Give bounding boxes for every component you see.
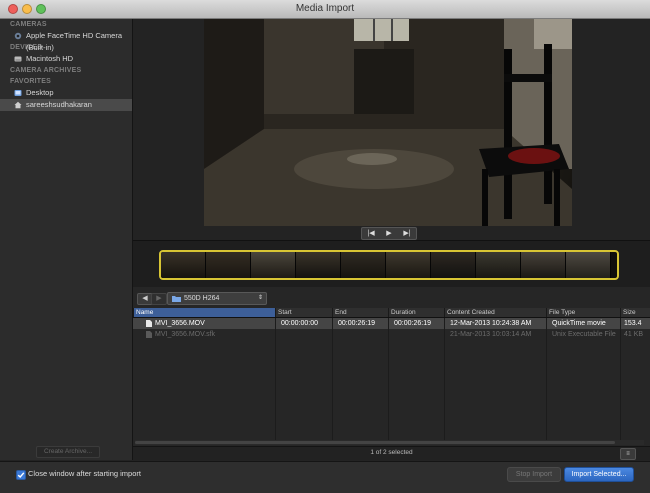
column-divider — [444, 318, 445, 440]
file-browser: ◀ ▶ 550D H264 ⇕ Name Start End Duration … — [133, 287, 650, 460]
filmstrip-frame — [161, 252, 206, 278]
cell-name: MVI_3656.MOV.sfk — [155, 331, 216, 338]
media-import-window: Media Import CAMERAS Apple FaceTime HD C… — [0, 0, 650, 493]
filmstrip-frame — [251, 252, 296, 278]
home-icon — [14, 101, 22, 109]
view-options-button[interactable]: ≡ — [620, 448, 636, 460]
file-icon — [146, 331, 152, 338]
chevron-right-icon: ▶ — [156, 295, 162, 302]
filmstrip-frame — [521, 252, 566, 278]
import-selected-button[interactable]: Import Selected... — [564, 467, 634, 482]
sidebar-item-home[interactable]: sareeshsudhakaran — [0, 99, 132, 111]
cell-file-type: QuickTime movie — [552, 320, 606, 327]
horizontal-scrollbar[interactable] — [135, 440, 644, 445]
filmstrip-frame — [386, 252, 431, 278]
folder-icon — [172, 296, 181, 302]
column-divider — [388, 318, 389, 440]
sidebar-heading-cameras: CAMERAS — [10, 21, 47, 28]
cell-content-created: 21-Mar-2013 10:03:14 AM — [450, 331, 532, 338]
scrollbar-thumb[interactable] — [135, 441, 615, 444]
column-divider — [620, 318, 621, 440]
filmstrip-frame — [431, 252, 476, 278]
hard-drive-icon — [14, 56, 22, 62]
bottom-bar: Close window after starting import Stop … — [0, 461, 650, 493]
cell-content-created: 12-Mar-2013 10:24:38 AM — [450, 320, 532, 327]
column-divider — [275, 318, 276, 440]
title-bar: Media Import — [0, 0, 650, 19]
column-divider — [546, 318, 547, 440]
play-button[interactable]: ▶ — [380, 228, 398, 239]
filmstrip-frame — [296, 252, 341, 278]
cell-size: 153.4 — [624, 320, 642, 327]
checkmark-icon — [17, 472, 25, 479]
sidebar: CAMERAS Apple FaceTime HD Camera (Built-… — [0, 19, 133, 460]
filmstrip-frame — [476, 252, 521, 278]
camera-icon — [14, 32, 22, 40]
stop-import-button[interactable]: Stop Import — [507, 467, 561, 482]
preview-viewer: |◀ ▶ ▶| — [133, 19, 650, 240]
cell-file-type: Unix Executable File — [552, 331, 616, 338]
sidebar-heading-camera-archives: CAMERA ARCHIVES — [10, 67, 82, 74]
sidebar-item-label: sareeshsudhakaran — [26, 100, 92, 109]
video-frame-image — [204, 19, 572, 226]
window-title: Media Import — [295, 3, 355, 14]
forward-button[interactable]: ▶ — [151, 293, 167, 305]
next-frame-button[interactable]: ▶| — [398, 228, 416, 239]
movie-file-icon — [146, 320, 152, 327]
sidebar-item-label: Desktop — [26, 88, 54, 97]
cell-size: 41 KB — [624, 331, 644, 338]
filmstrip-frame — [206, 252, 251, 278]
table-row[interactable]: MVI_3656.MOV 00:00:00:00 00:00:26:19 00:… — [133, 318, 650, 329]
table-header: Name Start End Duration Content Created … — [133, 308, 650, 318]
column-header-size[interactable]: Size — [620, 308, 650, 317]
cell-end: 00:00:26:19 — [338, 320, 375, 327]
folder-name: 550D H264 — [184, 295, 220, 302]
transport-controls: |◀ ▶ ▶| — [361, 227, 417, 240]
cell-duration: 00:00:26:19 — [394, 320, 431, 327]
chevron-left-icon: ◀ — [142, 295, 148, 302]
desktop-folder-icon — [14, 90, 22, 96]
filmstrip-area — [133, 240, 650, 287]
chevron-updown-icon: ⇕ — [257, 295, 263, 301]
video-preview — [204, 19, 572, 226]
cell-name: MVI_3656.MOV — [155, 320, 205, 327]
filmstrip-frame — [341, 252, 386, 278]
table-row[interactable]: MVI_3656.MOV.sfk 21-Mar-2013 10:03:14 AM… — [133, 329, 650, 340]
sidebar-item-facetime-camera[interactable]: Apple FaceTime HD Camera (Built-in) — [0, 30, 132, 52]
column-header-name[interactable]: Name — [133, 308, 275, 317]
status-bar: 1 of 2 selected ≡ — [133, 446, 650, 460]
selection-count: 1 of 2 selected — [370, 449, 413, 456]
column-header-end[interactable]: End — [332, 308, 388, 317]
filmstrip-frame — [566, 252, 611, 278]
create-archive-button[interactable]: Create Archive... — [36, 446, 100, 458]
close-window-label: Close window after starting import — [28, 469, 141, 478]
column-header-start[interactable]: Start — [275, 308, 332, 317]
sidebar-heading-devices: DEVICES — [10, 44, 43, 51]
folder-path-popup[interactable]: 550D H264 ⇕ — [167, 292, 267, 305]
clip-filmstrip[interactable] — [159, 250, 619, 280]
column-header-duration[interactable]: Duration — [388, 308, 444, 317]
column-divider — [332, 318, 333, 440]
list-view-icon: ≡ — [626, 451, 630, 457]
sidebar-heading-favorites: FAVORITES — [10, 78, 51, 85]
column-header-content-created[interactable]: Content Created — [444, 308, 546, 317]
previous-frame-button[interactable]: |◀ — [362, 228, 380, 239]
sidebar-item-macintosh-hd[interactable]: Macintosh HD — [0, 53, 132, 65]
sidebar-item-label: Macintosh HD — [26, 54, 74, 63]
table-body: MVI_3656.MOV 00:00:00:00 00:00:26:19 00:… — [133, 318, 650, 440]
sidebar-item-desktop[interactable]: Desktop — [0, 87, 132, 99]
cell-start: 00:00:00:00 — [281, 320, 318, 327]
close-window-checkbox[interactable] — [16, 470, 26, 480]
column-header-file-type[interactable]: File Type — [546, 308, 620, 317]
